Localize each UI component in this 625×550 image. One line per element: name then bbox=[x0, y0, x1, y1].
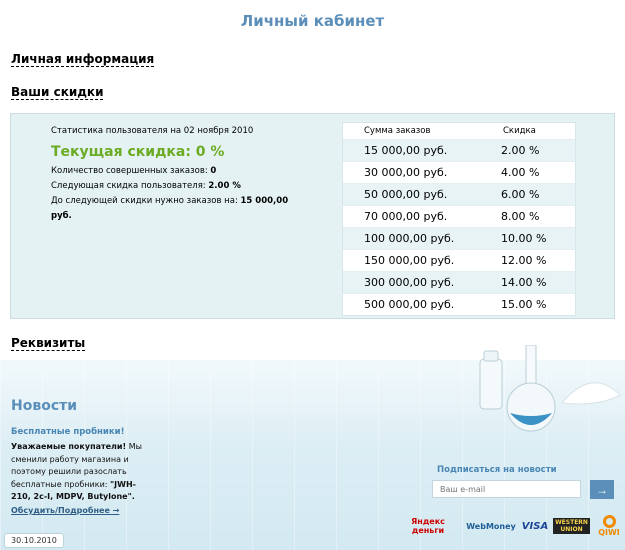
row-discount: 14.00 % bbox=[501, 276, 547, 289]
orders-count: Количество совершенных заказов: 0 bbox=[51, 164, 291, 179]
western-union-logo: WESTERN UNION bbox=[553, 518, 590, 534]
section-personal-info[interactable]: Личная информация bbox=[11, 52, 155, 67]
qiwi-ring-icon bbox=[602, 515, 616, 528]
table-row: 70 000,00 руб. 8.00 % bbox=[343, 205, 575, 227]
row-amount: 150 000,00 руб. bbox=[364, 254, 455, 267]
row-amount: 100 000,00 руб. bbox=[364, 232, 455, 245]
row-amount: 500 000,00 руб. bbox=[364, 298, 455, 311]
row-discount: 4.00 % bbox=[501, 166, 540, 179]
news-body-greeting: Уважаемые покупатели! bbox=[11, 442, 127, 451]
visa-logo: VISA bbox=[521, 520, 549, 532]
discount-table: Сумма заказов Скидка 15 000,00 руб. 2.00 … bbox=[342, 122, 576, 316]
orders-count-label: Количество совершенных заказов: bbox=[51, 166, 208, 176]
row-discount: 8.00 % bbox=[501, 210, 540, 223]
row-discount: 10.00 % bbox=[501, 232, 547, 245]
table-row: 150 000,00 руб. 12.00 % bbox=[343, 249, 575, 271]
next-discount: Следующая скидка пользователя: 2.00 % bbox=[51, 179, 291, 194]
table-row: 30 000,00 руб. 4.00 % bbox=[343, 161, 575, 183]
subscribe-button[interactable]: → bbox=[590, 480, 614, 499]
yandex-money-logo: Яндекс деньги bbox=[411, 517, 445, 535]
news-date: 30.10.2010 bbox=[4, 533, 64, 548]
next-discount-value: 2.00 % bbox=[208, 181, 241, 191]
next-discount-label: Следующая скидка пользователя: bbox=[51, 181, 206, 191]
round-flask-icon bbox=[506, 345, 556, 432]
section-requisites[interactable]: Реквизиты bbox=[11, 336, 86, 351]
row-discount: 2.00 % bbox=[501, 144, 540, 157]
remaining-amount: До следующей скидки нужно заказов на: 15… bbox=[51, 194, 291, 224]
row-amount: 70 000,00 руб. bbox=[364, 210, 448, 223]
qiwi-logo: QIWI bbox=[597, 513, 621, 539]
table-row: 100 000,00 руб. 10.00 % bbox=[343, 227, 575, 249]
news-body: Уважаемые покупатели! Мы сменили работу … bbox=[11, 441, 151, 504]
row-amount: 50 000,00 руб. bbox=[364, 188, 448, 201]
current-discount: Текущая скидка: 0 % bbox=[51, 144, 225, 160]
row-discount: 15.00 % bbox=[501, 298, 547, 311]
jar-icon bbox=[479, 350, 503, 410]
orders-count-value: 0 bbox=[210, 166, 217, 176]
subscribe-label: Подписаться на новости bbox=[437, 465, 557, 475]
news-more-link[interactable]: Обсудить/Подробнее → bbox=[11, 506, 119, 515]
email-field[interactable] bbox=[432, 480, 581, 498]
news-title: Новости bbox=[11, 398, 78, 414]
row-amount: 300 000,00 руб. bbox=[364, 276, 455, 289]
discount-panel: Статистика пользователя на 02 ноября 201… bbox=[10, 113, 615, 319]
row-amount: 30 000,00 руб. bbox=[364, 166, 448, 179]
column-header-discount: Скидка bbox=[503, 126, 536, 136]
lab-flasks-illustration bbox=[479, 345, 621, 432]
table-row: 300 000,00 руб. 14.00 % bbox=[343, 271, 575, 293]
stats-heading: Статистика пользователя на 02 ноября 201… bbox=[51, 126, 254, 136]
table-row: 500 000,00 руб. 15.00 % bbox=[343, 293, 575, 315]
row-discount: 6.00 % bbox=[501, 188, 540, 201]
user-stats: Статистика пользователя на 02 ноября 201… bbox=[51, 124, 291, 224]
row-discount: 12.00 % bbox=[501, 254, 547, 267]
remaining-amount-label: До следующей скидки нужно заказов на: bbox=[51, 196, 238, 206]
qiwi-label: QIWI bbox=[598, 528, 620, 537]
page-title: Личный кабинет bbox=[240, 12, 385, 30]
table-header: Сумма заказов Скидка bbox=[343, 123, 575, 139]
row-amount: 15 000,00 руб. bbox=[364, 144, 448, 157]
column-header-amount: Сумма заказов bbox=[364, 126, 431, 136]
news-headline-link[interactable]: Бесплатные пробники! bbox=[11, 427, 125, 437]
table-row: 15 000,00 руб. 2.00 % bbox=[343, 139, 575, 161]
section-discounts[interactable]: Ваши скидки bbox=[11, 85, 104, 100]
powder-pile-icon bbox=[561, 382, 621, 405]
webmoney-logo: WebMoney bbox=[466, 521, 516, 531]
table-row: 50 000,00 руб. 6.00 % bbox=[343, 183, 575, 205]
